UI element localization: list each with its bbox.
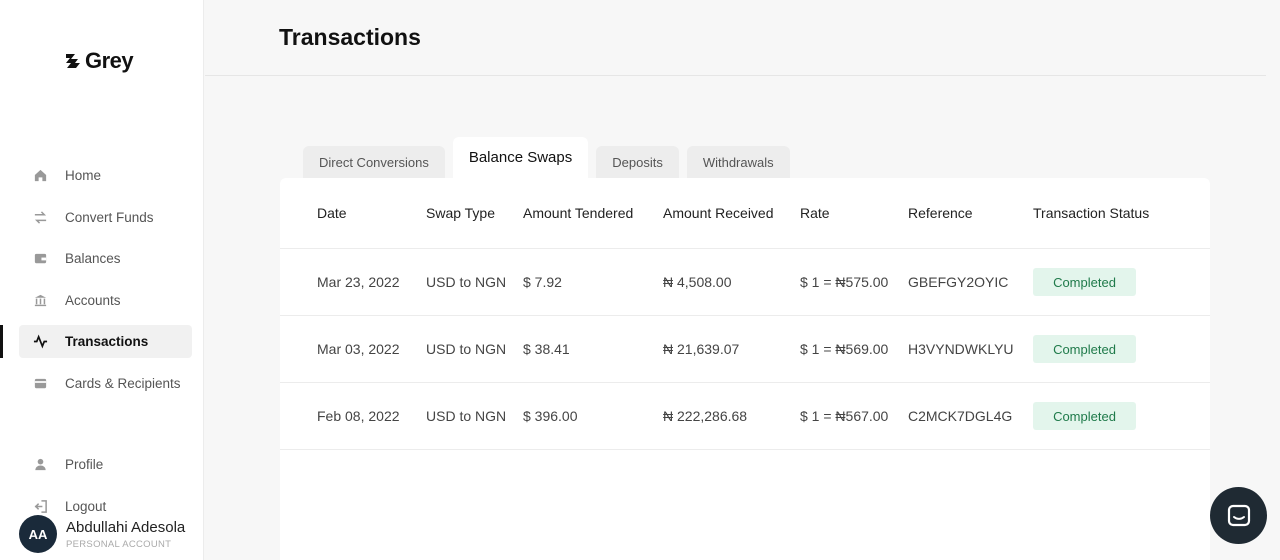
cell-amount-received: ₦ 222,286.68: [663, 408, 748, 424]
cell-reference: C2MCK7DGL4G: [908, 408, 1013, 424]
grey-logo-icon: [66, 54, 80, 68]
table-row[interactable]: Mar 23, 2022 USD to NGN $ 7.92 ₦ 4,508.0…: [280, 249, 1210, 316]
column-header-date: Date: [317, 205, 347, 221]
cell-date: Mar 23, 2022: [317, 274, 400, 290]
cell-amount-received: ₦ 4,508.00: [663, 274, 732, 290]
table-header: Date Swap Type Amount Tendered Amount Re…: [280, 178, 1210, 249]
user-info: Abdullahi Adesola PERSONAL ACCOUNT: [66, 519, 185, 550]
status-badge[interactable]: Completed: [1033, 402, 1136, 430]
home-icon: [32, 168, 48, 184]
card-icon: [32, 375, 48, 391]
table-row[interactable]: Feb 08, 2022 USD to NGN $ 396.00 ₦ 222,2…: [280, 383, 1210, 450]
page-title: Transactions: [279, 24, 421, 50]
transaction-tabs: Direct Conversions Balance Swaps Deposit…: [303, 137, 798, 178]
column-header-status: Transaction Status: [1033, 205, 1150, 221]
active-nav-indicator: [0, 325, 3, 358]
cell-amount-tendered: $ 38.41: [523, 341, 570, 357]
sidebar-item-cards-recipients[interactable]: Cards & Recipients: [19, 367, 192, 400]
sidebar-nav: Home Convert Funds Balances Accounts Tra…: [19, 159, 192, 408]
logout-icon: [32, 498, 48, 514]
sidebar: Grey Home Convert Funds Balances Account…: [0, 0, 204, 560]
sidebar-item-accounts[interactable]: Accounts: [19, 284, 192, 317]
status-badge[interactable]: Completed: [1033, 268, 1136, 296]
cell-amount-tendered: $ 7.92: [523, 274, 562, 290]
sidebar-item-label: Transactions: [65, 334, 149, 349]
sidebar-item-balances[interactable]: Balances: [19, 242, 192, 275]
cell-date: Mar 03, 2022: [317, 341, 400, 357]
cell-status: Completed: [1033, 383, 1136, 449]
sidebar-item-label: Profile: [65, 457, 104, 472]
cell-rate: $ 1 = ₦569.00: [800, 341, 889, 357]
tab-balance-swaps[interactable]: Balance Swaps: [452, 137, 589, 178]
cell-status: Completed: [1033, 316, 1136, 382]
cell-reference: GBEFGY2OYIC: [908, 274, 1009, 290]
bank-icon: [32, 292, 48, 308]
avatar: AA: [19, 515, 57, 553]
cell-reference: H3VYNDWKLYU: [908, 341, 1014, 357]
sidebar-item-profile[interactable]: Profile: [19, 448, 192, 481]
page-header: Transactions: [205, 0, 1266, 76]
sidebar-item-label: Logout: [65, 498, 107, 514]
sidebar-item-home[interactable]: Home: [19, 159, 192, 192]
cell-rate: $ 1 = ₦567.00: [800, 408, 889, 424]
sidebar-item-label: Home: [65, 168, 102, 183]
cell-rate: $ 1 = ₦575.00: [800, 274, 889, 290]
sidebar-item-label: Cards & Recipients: [65, 375, 181, 391]
cell-amount-tendered: $ 396.00: [523, 408, 578, 424]
tab-direct-conversions[interactable]: Direct Conversions: [303, 146, 445, 178]
sidebar-item-convert-funds[interactable]: Convert Funds: [19, 201, 192, 234]
user-profile[interactable]: AA Abdullahi Adesola PERSONAL ACCOUNT: [19, 515, 185, 553]
account-type: PERSONAL ACCOUNT: [66, 538, 172, 550]
cell-amount-received: ₦ 21,639.07: [663, 341, 740, 357]
logo-text: Grey: [85, 48, 134, 73]
swap-arrows-icon: [32, 209, 48, 225]
sidebar-item-label: Accounts: [65, 292, 121, 308]
activity-icon: [32, 334, 48, 350]
tab-withdrawals[interactable]: Withdrawals: [686, 146, 790, 178]
cell-status: Completed: [1033, 249, 1136, 315]
chat-launcher-button[interactable]: [1210, 487, 1267, 544]
status-badge[interactable]: Completed: [1033, 335, 1136, 363]
tab-deposits[interactable]: Deposits: [596, 146, 679, 178]
wallet-icon: [32, 251, 48, 267]
cell-swap-type: USD to NGN: [426, 274, 507, 290]
column-header-swap-type: Swap Type: [426, 205, 496, 221]
chat-icon: [1227, 504, 1250, 526]
transactions-table: Date Swap Type Amount Tendered Amount Re…: [280, 178, 1210, 560]
cell-date: Feb 08, 2022: [317, 408, 400, 424]
user-icon: [32, 457, 48, 473]
column-header-amount-tendered: Amount Tendered: [523, 205, 634, 221]
cell-swap-type: USD to NGN: [426, 408, 507, 424]
cell-swap-type: USD to NGN: [426, 341, 507, 357]
sidebar-item-transactions[interactable]: Transactions: [19, 325, 192, 358]
grey-logo[interactable]: Grey: [63, 48, 134, 74]
column-header-rate: Rate: [800, 205, 830, 221]
user-name: Abdullahi Adesola: [66, 518, 186, 536]
column-header-amount-received: Amount Received: [663, 205, 774, 221]
sidebar-item-label: Convert Funds: [65, 209, 154, 225]
column-header-reference: Reference: [908, 205, 973, 221]
sidebar-item-label: Balances: [65, 251, 121, 266]
table-row[interactable]: Mar 03, 2022 USD to NGN $ 38.41 ₦ 21,639…: [280, 316, 1210, 383]
